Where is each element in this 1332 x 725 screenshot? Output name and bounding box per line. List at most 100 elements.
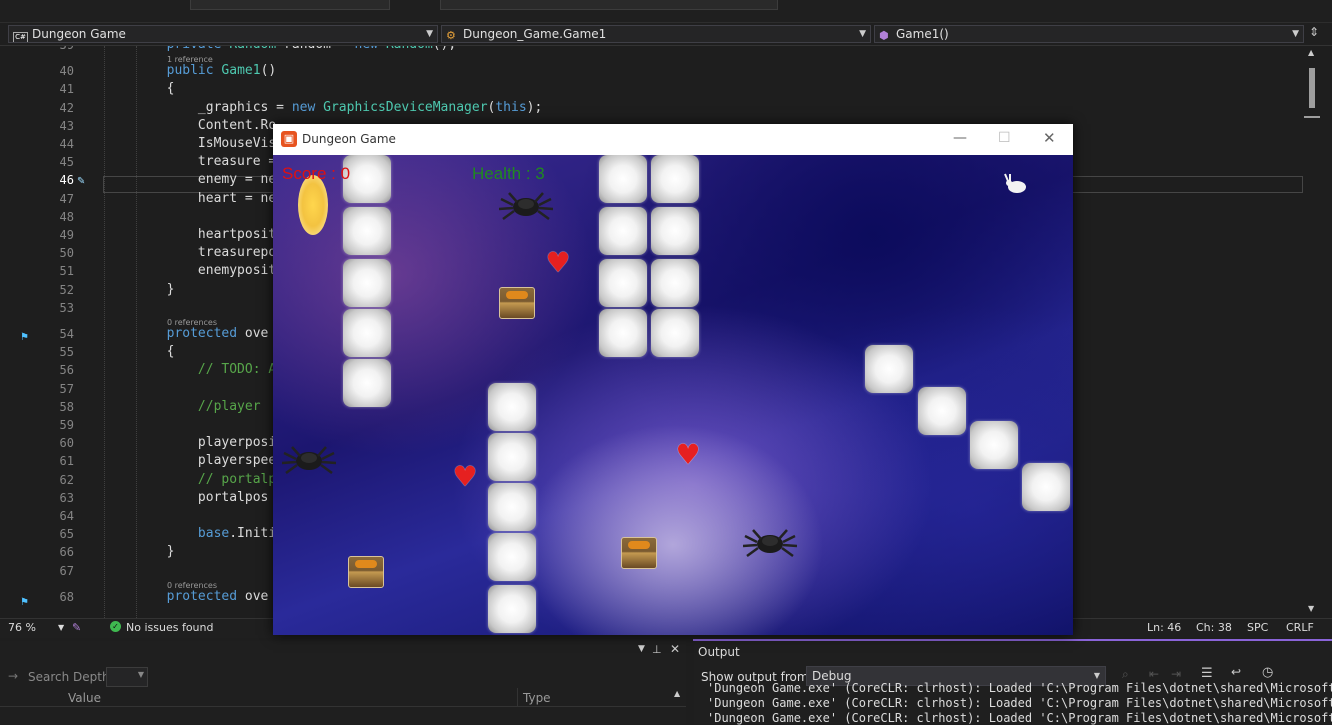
line-number: 49 [59,228,74,242]
line-number: 50 [59,246,74,261]
arrow-right-icon[interactable]: → [8,669,18,683]
member-name: Game1() [896,27,949,41]
stone-block [918,387,966,435]
code-line[interactable]: } [104,544,175,559]
code-line[interactable]: playerposi [104,435,276,450]
output-title: Output [698,645,740,659]
heart-pickup: ♥ [675,438,701,471]
pin-icon[interactable]: ⊥ [652,643,662,656]
code-line[interactable]: playerspee [104,453,276,468]
line-number: 54 [59,327,74,341]
scrollbar-thumb[interactable] [1309,68,1315,108]
clock-icon[interactable]: ◷ [1262,665,1273,680]
line-ending-indicator[interactable]: CRLF [1286,621,1314,634]
stack-frame-combo[interactable] [440,0,778,10]
member-dropdown[interactable]: ⬢ Game1() ▼ [874,25,1304,43]
zoom-level[interactable]: 76 % [8,621,36,634]
bookmark-icon[interactable]: ⚑ [20,332,29,343]
code-line[interactable]: IsMouseVis [104,136,276,151]
scroll-down-arrow-icon[interactable]: ▼ [1308,604,1314,613]
close-icon[interactable]: ✕ [1043,129,1056,147]
code-line[interactable]: base.Initi [104,526,276,541]
word-wrap-icon[interactable]: ↩ [1231,665,1241,679]
chevron-down-icon: ▼ [426,29,433,39]
line-number: 53 [59,300,74,315]
chevron-down-icon: ▼ [859,29,866,39]
line-number: 41 [59,82,74,97]
bookmark-icon[interactable]: ⚑ [20,597,29,608]
next-message-icon[interactable]: ⇥ [1171,667,1181,681]
line-number: 62 [59,472,74,487]
stone-block [343,259,391,307]
code-line[interactable]: portalpos [104,490,268,505]
scroll-up-arrow-icon[interactable]: ▲ [674,689,680,698]
code-line[interactable]: //player [104,399,261,414]
output-line: 'Dungeon Game.exe' (CoreCLR: clrhost): L… [707,681,1332,695]
code-line[interactable]: // TODO: A [104,362,276,377]
value-column-header[interactable]: Value [68,691,101,705]
search-depth-dropdown[interactable]: ▼ [106,667,148,687]
minimize-icon[interactable]: — [953,130,967,146]
previous-message-icon[interactable]: ⇤ [1149,667,1159,681]
line-number: 43 [59,118,74,133]
chevron-down-icon: ▼ [1093,671,1100,680]
score-text: Score : 0 [282,164,351,183]
close-icon[interactable]: ✕ [670,642,680,656]
stone-block [599,207,647,255]
chevron-down-icon: ▼ [137,670,144,679]
clear-all-icon[interactable]: ☰ [1201,666,1213,681]
find-message-icon[interactable]: ⌕ [1122,667,1129,682]
editor-vertical-scrollbar[interactable]: ▲ ▼ [1304,46,1320,618]
scroll-up-arrow-icon[interactable]: ▲ [1308,48,1314,57]
project-name: Dungeon Game [32,27,126,41]
stone-block [651,259,699,307]
maximize-icon[interactable]: ☐ [998,130,1011,146]
line-number: 40 [59,64,74,79]
player-rabbit [1004,173,1026,193]
whitespace-indicator[interactable]: SPC [1247,621,1268,634]
thread-combo[interactable] [190,0,390,10]
line-number: 61 [59,454,74,469]
code-line[interactable]: // portalp [104,472,276,487]
code-line[interactable]: treasurepo [104,245,276,260]
code-line[interactable]: } [104,282,175,297]
class-icon: ⚙ [446,29,456,42]
copilot-icon[interactable]: ✎ [72,621,81,634]
project-dropdown[interactable]: C# Dungeon Game ▼ [8,25,438,43]
line-number: 66 [59,545,74,560]
code-line[interactable]: private Random random = new Random(); [104,46,457,52]
code-line[interactable]: enemyposit [104,263,276,278]
output-line: 'Dungeon Game.exe' (CoreCLR: clrhost): L… [707,696,1332,710]
class-dropdown[interactable]: ⚙ Dungeon_Game.Game1 ▼ [441,25,871,43]
code-line[interactable]: { [104,344,175,359]
code-line[interactable]: heart = ne [104,191,276,206]
code-line[interactable]: protected ove [104,589,269,604]
stone-block [651,155,699,203]
line-number-indicator[interactable]: Ln: 46 [1147,621,1181,634]
code-line[interactable]: _graphics = new GraphicsDeviceManager(th… [104,100,542,115]
panel-menu-icon[interactable]: ▼ [638,644,645,654]
split-editor-icon[interactable]: ⇕ [1309,25,1319,39]
game-title-bar[interactable]: ▣ Dungeon Game — ☐ ✕ [273,124,1073,155]
edit-pen-icon[interactable]: ✎ [77,176,85,187]
issues-status[interactable]: No issues found [126,621,213,634]
code-line[interactable]: Content.Ro [104,118,276,133]
code-line[interactable]: enemy = ne [104,172,276,187]
type-column-header[interactable]: Type [523,691,551,705]
code-line[interactable]: treasure = [104,154,276,169]
game-canvas[interactable]: ♥ ♥ ♥ Score : 0 Health : 3 [273,155,1073,635]
code-line[interactable]: heartposit [104,227,276,242]
chevron-down-icon[interactable]: ▼ [58,623,64,632]
code-line[interactable]: { [104,81,175,96]
stone-block [1022,463,1070,511]
code-line[interactable]: public Game1() [104,63,277,78]
column-indicator[interactable]: Ch: 38 [1196,621,1232,634]
game-window[interactable]: ▣ Dungeon Game — ☐ ✕ ♥ ♥ ♥ Score: 0 Hea… [273,124,1073,635]
game-title: Dungeon Game [302,132,396,146]
stone-block [488,383,536,431]
line-number: 42 [59,100,74,115]
code-line[interactable]: protected ove [104,326,269,341]
heart-pickup: ♥ [545,246,571,279]
top-toolbar-strip [0,0,1332,23]
line-number: 56 [59,363,74,378]
